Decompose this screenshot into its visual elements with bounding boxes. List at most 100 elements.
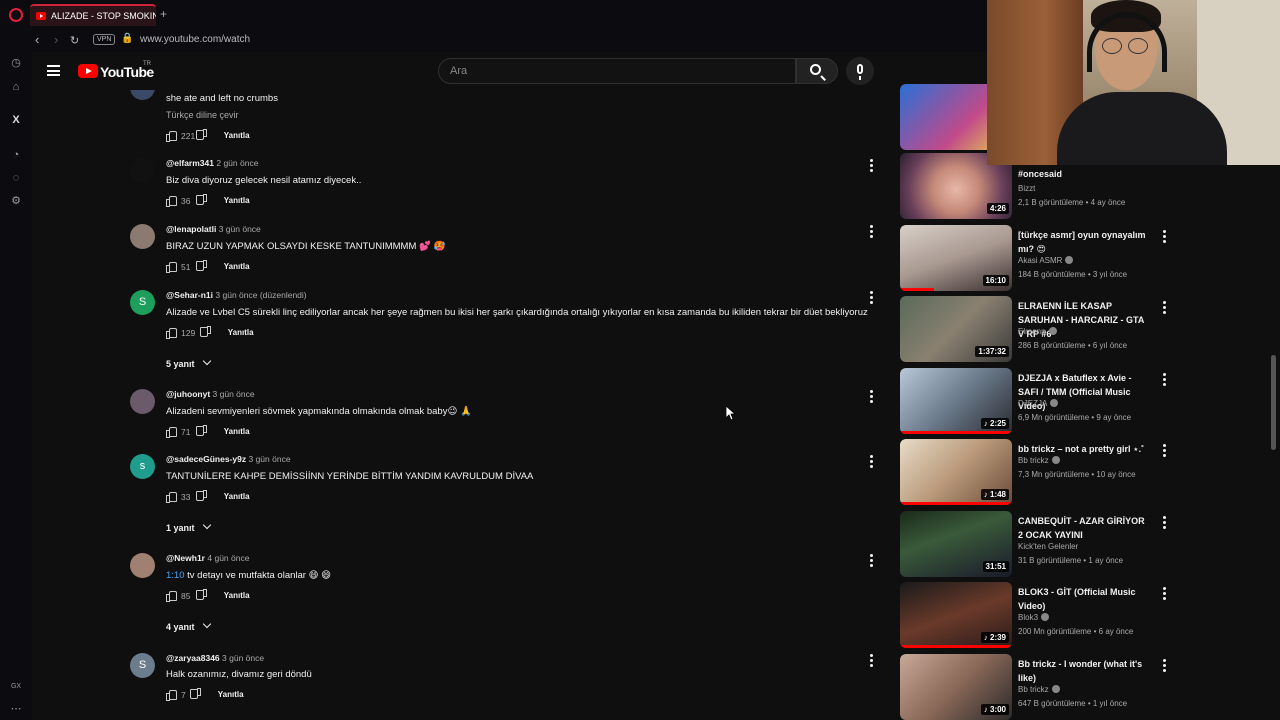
video-thumbnail[interactable]: 31:51 [900,511,1012,577]
avatar[interactable] [130,158,155,183]
like-icon[interactable] [166,690,177,702]
avatar[interactable]: S [130,290,155,315]
like-icon[interactable] [166,492,177,504]
recommendation-more-icon[interactable] [1160,586,1170,600]
comment-author[interactable]: @zaryaa8346 [166,653,220,663]
youtube-logo-icon[interactable] [78,64,98,78]
reply-button[interactable]: Yanıtla [224,262,250,271]
like-icon[interactable] [166,427,177,439]
dislike-icon[interactable] [197,262,207,271]
channel-name[interactable]: Bb trickz [1018,685,1060,694]
replies-toggle[interactable]: 1 yanıt [166,520,211,533]
comment-more-icon[interactable] [864,224,878,238]
channel-name[interactable]: Elraenn [1018,327,1057,336]
timestamp-link[interactable]: 1:10 [166,570,185,581]
recommendation-item[interactable]: 1:37:32 ELRAENN İLE KASAP SARUHAN - HARC… [900,296,1270,364]
comment-author[interactable]: @Sehar-n1i [166,290,213,300]
recommendation-item[interactable]: ♪ 3:00 Bb trickz - I wonder (what it's l… [900,654,1270,720]
reply-button[interactable]: Yanıtla [224,196,250,205]
translate-link[interactable]: Türkçe diline çevir [166,110,239,120]
recommendation-item[interactable]: 16:10 [türkçe asmr] oyun oynayalım mı? 😍… [900,225,1270,293]
comment-author[interactable]: @lenapolatli [166,224,216,234]
comment-more-icon[interactable] [864,454,878,468]
comment-author[interactable]: @Newh1r [166,553,205,563]
recommendation-more-icon[interactable] [1160,443,1170,457]
channel-name[interactable]: Bizzt [1018,184,1035,193]
dislike-icon[interactable] [197,131,207,140]
recommendation-more-icon[interactable] [1160,300,1170,314]
comment-author[interactable]: @elfarm341 [166,158,214,168]
reply-button[interactable]: Yanıtla [224,427,250,436]
comment-more-icon[interactable] [864,653,878,667]
comment-more-icon[interactable] [864,553,878,567]
like-icon[interactable] [166,131,177,143]
video-thumbnail[interactable]: 1:37:32 [900,296,1012,362]
channel-name[interactable]: DJEZJA [1018,399,1059,408]
avatar[interactable]: s [130,454,155,479]
voice-search-button[interactable] [846,57,874,85]
comment-time[interactable]: 3 gün önce [213,389,255,399]
recommendation-more-icon[interactable] [1160,229,1170,243]
dislike-icon[interactable] [197,196,207,205]
comment-time[interactable]: 3 gün önce (düzenlendi) [215,290,306,300]
dislike-icon[interactable] [191,690,201,699]
recommendation-more-icon[interactable] [1160,372,1170,386]
video-thumbnail[interactable]: ♪ 2:39 [900,582,1012,648]
reply-button[interactable]: Yanıtla [228,328,254,337]
channel-name[interactable]: Blok3 [1018,613,1050,622]
reply-button[interactable]: Yanıtla [224,492,250,501]
video-thumbnail[interactable]: ♪ 2:25 [900,368,1012,434]
replies-toggle[interactable]: 4 yanıt [166,619,211,632]
recommendation-more-icon[interactable] [1160,658,1170,672]
comment-author[interactable]: @sadeceGünes-y9z [166,454,246,464]
recommendation-item[interactable]: 31:51 CANBEQUİT - AZAR GİRİYOR 2 OCAK YA… [900,511,1270,579]
page-scrollbar[interactable] [1271,355,1276,450]
search-box[interactable] [438,58,796,84]
like-icon[interactable] [166,262,177,274]
avatar[interactable] [130,389,155,414]
recommendation-more-icon[interactable] [1160,515,1170,529]
reply-button[interactable]: Yanıtla [218,690,244,699]
channel-name[interactable]: Akasi ASMR [1018,256,1074,265]
video-title[interactable]: CANBEQUİT - AZAR GİRİYOR 2 OCAK YAYINI [1018,514,1146,542]
reply-button[interactable]: Yanıtla [224,131,250,140]
like-icon[interactable] [166,591,177,603]
dislike-icon[interactable] [197,492,207,501]
recommendation-item[interactable]: ♪ 1:48 bb trickz – not a pretty girl ⋆.˚… [900,439,1270,507]
channel-name[interactable]: Kick'ten Gelenler [1018,542,1078,551]
video-title[interactable]: bb trickz – not a pretty girl ⋆.˚ [1018,442,1146,456]
comment-time[interactable]: 3 gün önce [248,454,290,464]
video-thumbnail[interactable]: 16:10 [900,225,1012,291]
replies-toggle[interactable]: 5 yanıt [166,356,211,369]
dislike-icon[interactable] [201,328,211,337]
comment-time[interactable]: 2 gün önce [216,158,258,168]
channel-name[interactable]: Bb trickz [1018,456,1060,465]
recommendation-item[interactable]: ♪ 2:25 DJEZJA x Batuflex x Avie - SAFI /… [900,368,1270,436]
video-thumbnail[interactable]: ♪ 1:48 [900,439,1012,505]
menu-icon[interactable] [47,65,60,76]
avatar[interactable] [130,224,155,249]
comment-time[interactable]: 3 gün önce [222,653,264,663]
video-title[interactable]: BLOK3 - GİT (Official Music Video) [1018,585,1146,613]
comment-more-icon[interactable] [864,158,878,172]
search-input[interactable] [450,65,780,77]
reply-button[interactable]: Yanıtla [224,591,250,600]
avatar[interactable] [130,553,155,578]
comment-author[interactable]: @juhoonyt [166,389,210,399]
video-title[interactable]: Bb trickz - I wonder (what it's like) [1018,657,1146,685]
avatar[interactable]: S [130,653,155,678]
verified-badge-icon [1051,685,1060,693]
comment-more-icon[interactable] [864,290,878,304]
dislike-icon[interactable] [197,591,207,600]
like-icon[interactable] [166,196,177,208]
comment-time[interactable]: 4 gün önce [207,553,249,563]
search-button[interactable] [796,58,838,84]
like-icon[interactable] [166,328,177,340]
comment-more-icon[interactable] [864,389,878,403]
dislike-icon[interactable] [197,427,207,436]
video-thumbnail[interactable]: ♪ 3:00 [900,654,1012,720]
recommendation-item[interactable]: ♪ 2:39 BLOK3 - GİT (Official Music Video… [900,582,1270,650]
comment-time[interactable]: 3 gün önce [219,224,261,234]
video-title[interactable]: [türkçe asmr] oyun oynayalım mı? 😍 [1018,228,1146,256]
video-title[interactable]: #oncesaid [1018,167,1146,181]
